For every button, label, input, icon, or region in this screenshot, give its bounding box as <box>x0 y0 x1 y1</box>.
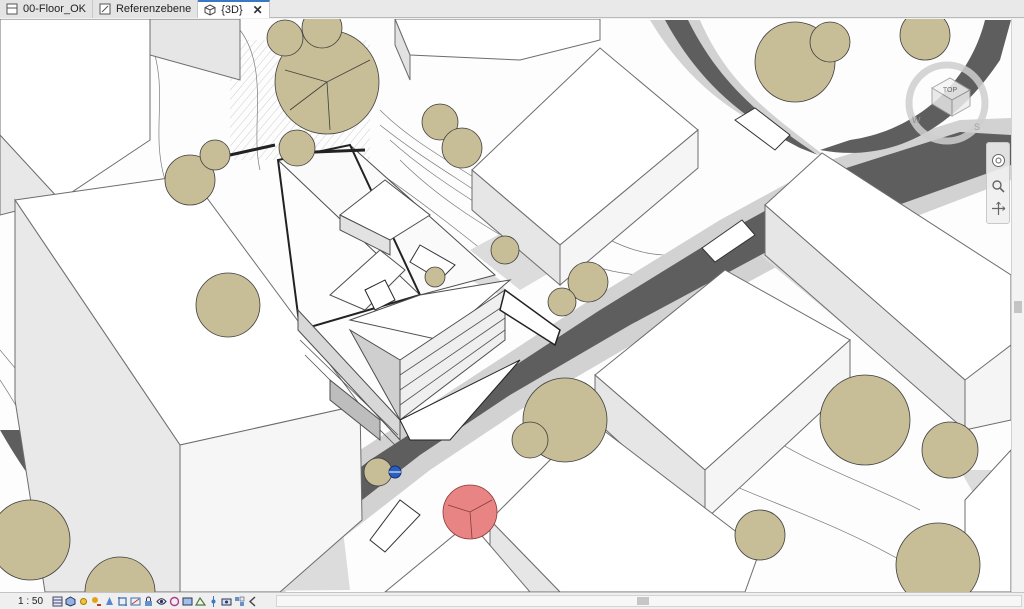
close-tab-icon[interactable]: ✕ <box>253 3 263 17</box>
section-view-icon <box>99 3 111 15</box>
view-tab-bar: 00-Floor_OK Referenzebene {3D} ✕ <box>0 0 1024 18</box>
constraints-icon[interactable] <box>221 596 232 607</box>
compass-w-label: W <box>912 115 921 125</box>
highlight-displacement-icon[interactable] <box>208 595 219 607</box>
temp-hide-icon[interactable] <box>156 596 167 607</box>
vertical-scroll-thumb[interactable] <box>1014 301 1022 313</box>
horizontal-scroll-thumb[interactable] <box>637 597 649 605</box>
zoom-icon[interactable] <box>991 179 1006 194</box>
viewcube-face-label: TOP <box>943 87 958 94</box>
floor-plan-icon <box>6 3 18 15</box>
detail-level-icon[interactable] <box>52 596 63 607</box>
tab-3d[interactable]: {3D} ✕ <box>198 0 270 18</box>
design-options-icon[interactable] <box>247 595 258 607</box>
tab-label: 00-Floor_OK <box>23 3 86 15</box>
steering-wheel-icon[interactable] <box>991 153 1006 168</box>
reveal-hidden-icon[interactable] <box>169 596 180 607</box>
3d-scene <box>0 19 1011 592</box>
horizontal-scrollbar[interactable] <box>276 595 1022 607</box>
view-scale[interactable]: 1 : 50 <box>0 596 52 607</box>
worksharing-icon[interactable] <box>234 596 245 607</box>
tab-referenzebene[interactable]: Referenzebene <box>92 0 199 18</box>
tab-label: {3D} <box>221 4 243 16</box>
temp-view-props-icon[interactable] <box>182 596 193 607</box>
pan-icon[interactable] <box>991 201 1006 216</box>
visual-style-icon[interactable] <box>65 595 76 607</box>
cube-3d-icon <box>204 4 216 16</box>
survey-point-icon[interactable] <box>388 465 402 479</box>
3d-viewport[interactable] <box>0 19 1011 592</box>
analytical-model-icon[interactable] <box>195 596 206 607</box>
tab-label: Referenzebene <box>115 3 192 15</box>
vertical-scrollbar[interactable] <box>1011 19 1024 592</box>
render-icon[interactable] <box>104 596 115 607</box>
crop-view-icon[interactable] <box>117 596 128 607</box>
view-control-bar: 1 : 50 <box>0 592 1024 609</box>
revit-3d-view-window: 00-Floor_OK Referenzebene {3D} ✕ TOP W S… <box>0 0 1024 609</box>
viewcube[interactable]: TOP W S <box>902 58 992 148</box>
tab-00-floor-ok[interactable]: 00-Floor_OK <box>0 0 93 18</box>
lock-3d-icon[interactable] <box>143 596 154 607</box>
compass-s-label: S <box>974 122 980 132</box>
selected-tree[interactable] <box>442 484 498 540</box>
shadows-icon[interactable] <box>91 596 102 607</box>
navigation-bar <box>986 142 1010 224</box>
sun-path-icon[interactable] <box>78 596 89 607</box>
show-crop-icon[interactable] <box>130 596 141 607</box>
